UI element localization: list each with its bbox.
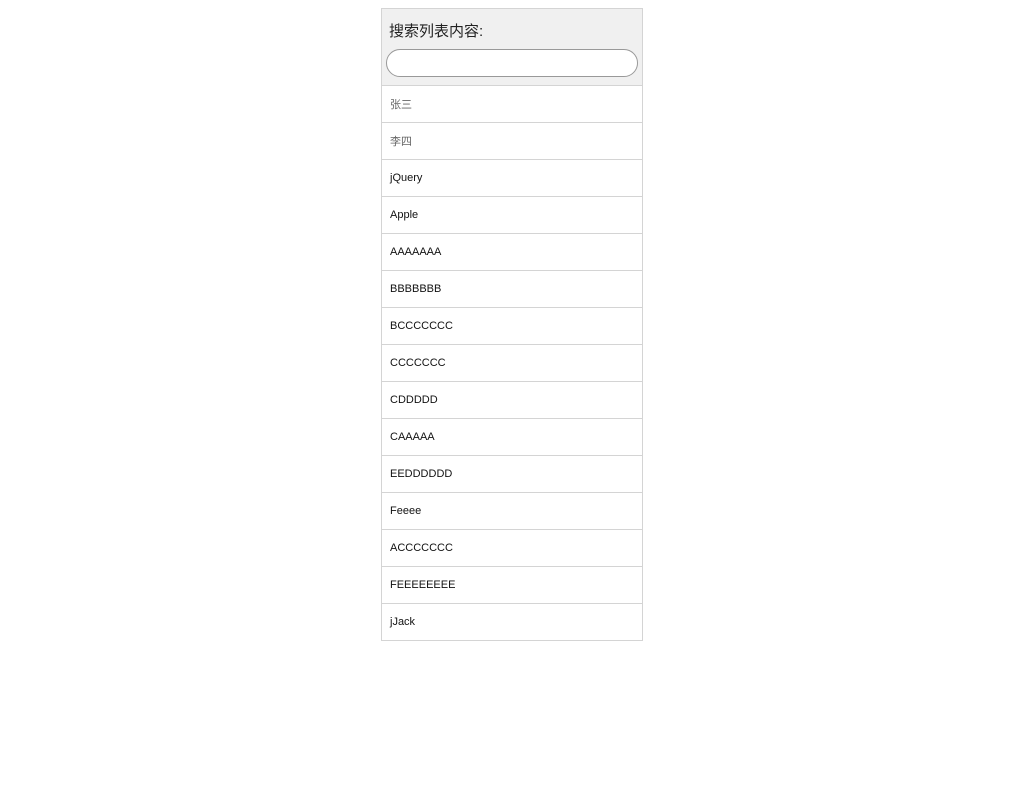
list-item[interactable]: BCCCCCCC [382, 308, 642, 345]
list-item[interactable]: EEDDDDDD [382, 456, 642, 493]
list-item-label: BCCCCCCC [390, 320, 453, 332]
list-item[interactable]: CDDDDD [382, 382, 642, 419]
item-list: 张三李四 jQuery Apple AAAAAAA BBBBBBB BCCCCCCC CCC… [382, 86, 642, 640]
list-item-label: BBBBBBB [390, 283, 442, 295]
list-item-label: Apple [390, 209, 419, 221]
list-item[interactable]: Feeee [382, 493, 642, 530]
list-item-label: ACCCCCCC [390, 542, 453, 554]
search-label: 搜索列表内容: [389, 23, 484, 40]
list-item[interactable]: ACCCCCCC [382, 530, 642, 567]
list-item-label: CAAAAA [390, 431, 435, 443]
list-item-label: CDDDDD [390, 394, 438, 406]
list-item[interactable]: Apple [382, 197, 642, 234]
list-item-label: Feeee [390, 505, 422, 517]
list-item[interactable]: FEEEEEEEE [382, 567, 642, 604]
list-item-label: AAAAAAA [390, 246, 442, 258]
search-input[interactable] [386, 49, 638, 77]
list-item[interactable]: 张三 [382, 86, 642, 123]
list-item[interactable]: 李四 [382, 123, 642, 160]
list-item-label: 张三 [390, 99, 412, 111]
list-item-label: EEDDDDDD [390, 468, 453, 480]
list-item[interactable]: jQuery [382, 160, 642, 197]
list-item[interactable]: CAAAAA [382, 419, 642, 456]
list-item-label: FEEEEEEEE [390, 579, 456, 591]
list-item-label: jJack [390, 616, 416, 628]
search-header: 搜索列表内容: [382, 9, 642, 86]
list-item-label: jQuery [390, 172, 423, 184]
list-item-label: 李四 [390, 136, 412, 148]
list-item[interactable]: jJack [382, 604, 642, 640]
list-item[interactable]: BBBBBBB [382, 271, 642, 308]
list-item[interactable]: AAAAAAA [382, 234, 642, 271]
filterable-list-panel: 搜索列表内容: 张三李四 jQuery Apple AAAAAAA BBBBBBB BCC… [381, 8, 643, 641]
list-item-label: CCCCCCC [390, 357, 446, 369]
list-item[interactable]: CCCCCCC [382, 345, 642, 382]
